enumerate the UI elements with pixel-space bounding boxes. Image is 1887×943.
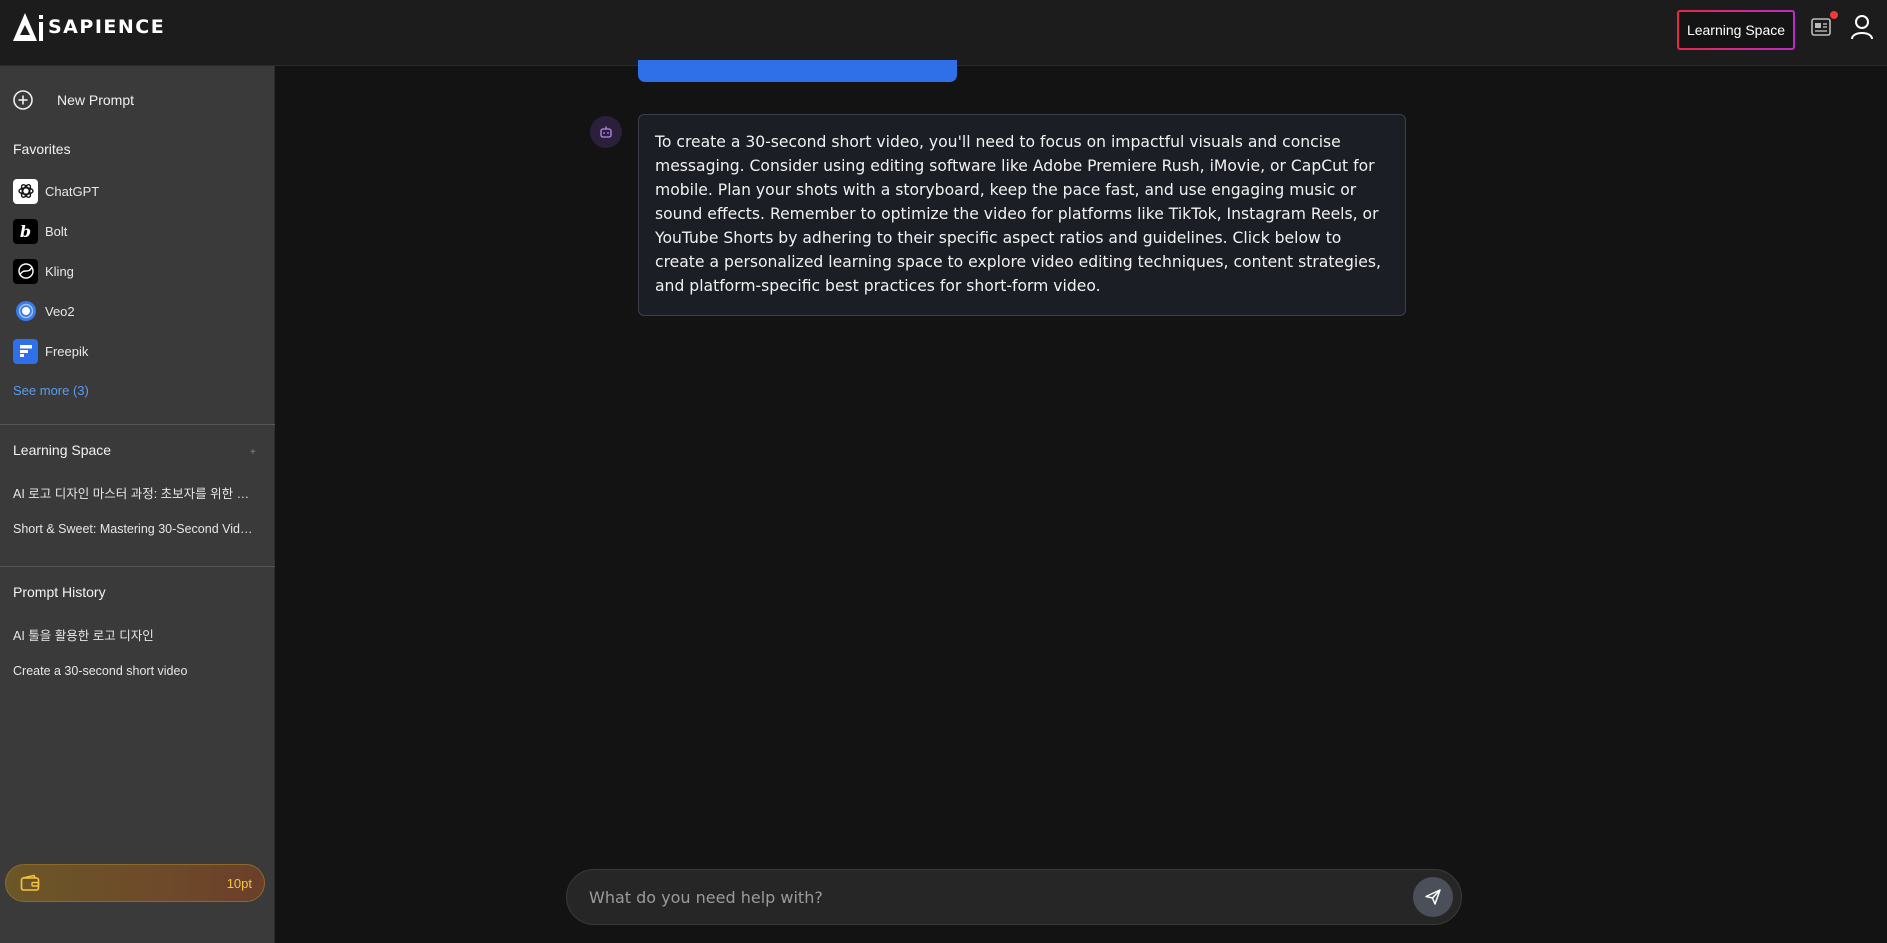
learning-space-item[interactable]: AI 로고 디자인 마스터 과정: 초보자를 위한 단계별 가이드	[13, 483, 258, 502]
prompt-input[interactable]	[589, 870, 1369, 924]
user-icon[interactable]	[1850, 14, 1874, 40]
brand-name: SAPIENCE	[48, 16, 166, 38]
learning-space-title: Learning Space	[13, 442, 112, 458]
favorite-label: Bolt	[45, 223, 68, 239]
veo2-icon	[13, 299, 38, 324]
points-value: 10pt	[226, 875, 252, 891]
add-learning-space-button[interactable]: +	[250, 447, 256, 458]
prompt-history-title: Prompt History	[13, 584, 106, 600]
favorite-item-chatgpt[interactable]: ChatGPT	[13, 178, 99, 204]
freepik-icon	[13, 338, 38, 364]
wallet-icon	[20, 874, 40, 891]
sapience-logo-icon	[13, 13, 43, 41]
prompt-composer	[566, 869, 1462, 925]
learning-space-button[interactable]: Learning Space	[1677, 10, 1795, 50]
top-bar: SAPIENCE Learning Space	[0, 0, 1887, 66]
sidebar-divider	[0, 424, 275, 425]
favorite-label: Kling	[45, 263, 74, 279]
app-logo[interactable]: SAPIENCE	[13, 10, 165, 44]
assistant-message: To create a 30-second short video, you'l…	[638, 114, 1406, 316]
sidebar-divider	[0, 566, 275, 567]
kling-icon	[13, 258, 38, 284]
assistant-avatar	[590, 116, 622, 148]
new-prompt-label: New Prompt	[57, 92, 135, 108]
notification-dot	[1830, 11, 1838, 19]
see-more-link[interactable]: See more (3)	[13, 383, 89, 398]
favorite-item-veo2[interactable]: Veo2	[13, 298, 75, 324]
send-icon	[1425, 889, 1441, 905]
newspaper-icon[interactable]	[1811, 18, 1831, 36]
robot-icon	[600, 126, 612, 138]
bolt-icon: b	[13, 218, 38, 244]
new-prompt-button[interactable]: New Prompt	[13, 89, 134, 111]
favorite-item-bolt[interactable]: b Bolt	[13, 218, 67, 244]
favorite-label: ChatGPT	[45, 183, 100, 199]
prompt-history-item[interactable]: Create a 30-second short video	[13, 664, 258, 678]
plus-circle-icon	[13, 90, 33, 110]
favorite-label: Freepik	[45, 343, 89, 359]
learning-space-item[interactable]: Short & Sweet: Mastering 30-Second Video…	[13, 522, 258, 536]
sidebar: New Prompt Favorites ChatGPT b Bolt Klin…	[0, 66, 275, 943]
points-balance[interactable]: 10pt	[5, 864, 265, 902]
favorites-title: Favorites	[13, 141, 71, 157]
user-message-bubble	[638, 60, 957, 82]
favorite-item-freepik[interactable]: Freepik	[13, 338, 88, 364]
favorite-label: Veo2	[45, 303, 75, 319]
favorite-item-kling[interactable]: Kling	[13, 258, 74, 284]
prompt-history-item[interactable]: AI 툴을 활용한 로고 디자인	[13, 625, 258, 644]
send-button[interactable]	[1413, 877, 1453, 917]
chatgpt-icon	[13, 178, 38, 204]
